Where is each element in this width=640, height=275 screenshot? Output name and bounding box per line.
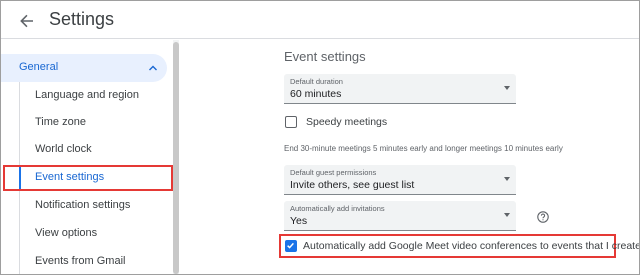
guest-permissions-select[interactable]: Default guest permissions Invite others,…: [284, 165, 516, 195]
select-label: Default duration: [290, 77, 343, 86]
sidebar-item-time-zone[interactable]: Time zone: [1, 110, 169, 136]
auto-invitations-select[interactable]: Automatically add invitations Yes: [284, 201, 516, 231]
sidebar-item-label: Time zone: [35, 116, 86, 128]
back-button[interactable]: [17, 11, 37, 31]
help-button[interactable]: [537, 210, 549, 223]
settings-sidebar: General Language and region Time zone Wo…: [1, 40, 173, 274]
settings-window: Settings General Language and region Tim…: [0, 0, 640, 275]
speedy-meetings-label: Speedy meetings: [306, 116, 388, 128]
sidebar-item-label: World clock: [35, 143, 92, 155]
sidebar-general-label: General: [19, 61, 59, 73]
app-header: Settings: [1, 1, 639, 39]
dropdown-arrow-icon: [504, 86, 510, 90]
sidebar-item-label: View options: [35, 227, 98, 239]
select-value: Invite others, see guest list: [290, 179, 415, 191]
page-title: Settings: [49, 9, 115, 29]
event-settings-highlight: [3, 165, 173, 191]
check-icon: [287, 242, 294, 249]
sidebar-item-label: Notification settings: [35, 199, 131, 211]
arrow-back-icon: [20, 14, 33, 28]
dropdown-arrow-icon: [504, 177, 510, 181]
select-value: 60 minutes: [290, 88, 342, 100]
sidebar-item-label: Events from Gmail: [35, 255, 126, 267]
scrollbar-thumb[interactable]: [173, 42, 179, 274]
sidebar-item-view-options[interactable]: View options: [1, 221, 169, 247]
select-label: Automatically add invitations: [290, 204, 385, 213]
default-duration-select[interactable]: Default duration 60 minutes: [284, 74, 516, 104]
main-content: Event settings Default duration 60 minut…: [191, 40, 640, 274]
select-label: Default guest permissions: [290, 168, 377, 177]
dropdown-arrow-icon: [504, 213, 510, 217]
sidebar-item-label: Language and region: [35, 89, 139, 101]
speedy-meetings-helper: End 30-minute meetings 5 minutes early a…: [284, 144, 563, 153]
sidebar-scrollbar[interactable]: [173, 40, 179, 274]
google-meet-label: Automatically add Google Meet video conf…: [303, 240, 640, 252]
section-title: Event settings: [284, 49, 366, 64]
chevron-up-icon: [149, 65, 157, 71]
sidebar-item-notification-settings[interactable]: Notification settings: [1, 193, 169, 219]
sidebar-item-general[interactable]: General: [1, 54, 167, 82]
sidebar-item-events-from-gmail[interactable]: Events from Gmail: [1, 249, 169, 274]
sidebar-item-language-region[interactable]: Language and region: [1, 83, 169, 109]
help-icon: [537, 211, 549, 223]
sidebar-item-world-clock[interactable]: World clock: [1, 137, 169, 163]
speedy-meetings-checkbox[interactable]: [285, 116, 297, 128]
select-value: Yes: [290, 215, 308, 227]
google-meet-checkbox[interactable]: [285, 240, 297, 252]
